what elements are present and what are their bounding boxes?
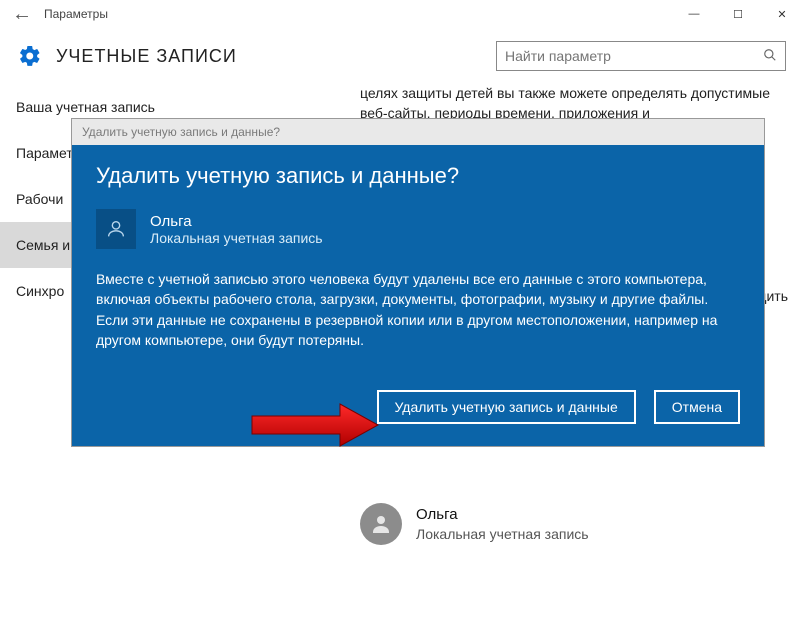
dialog-description: Вместе с учетной записью этого человека … bbox=[96, 269, 740, 350]
maximize-button[interactable]: ☐ bbox=[716, 0, 760, 28]
search-icon bbox=[763, 48, 777, 65]
dialog-actions: Удалить учетную запись и данные Отмена bbox=[96, 390, 740, 424]
sidebar-item-label: Рабочи bbox=[16, 191, 63, 207]
window-title: Параметры bbox=[44, 7, 672, 21]
cancel-button[interactable]: Отмена bbox=[654, 390, 740, 424]
user-type: Локальная учетная запись bbox=[416, 525, 589, 545]
delete-account-dialog: Удалить учетную запись и данные? Удалить… bbox=[72, 119, 764, 446]
search-input[interactable] bbox=[505, 48, 763, 64]
dialog-titlebar: Удалить учетную запись и данные? bbox=[72, 119, 764, 145]
sidebar-item-label: Ваша учетная запись bbox=[16, 99, 155, 115]
back-button[interactable]: ← bbox=[12, 3, 44, 26]
minimize-button[interactable]: — bbox=[672, 0, 716, 28]
page-title: УЧЕТНЫЕ ЗАПИСИ bbox=[56, 46, 496, 67]
avatar-icon bbox=[360, 503, 402, 545]
description-text: целях защиты детей вы также можете опред… bbox=[360, 84, 784, 123]
dialog-heading: Удалить учетную запись и данные? bbox=[96, 163, 740, 189]
gear-icon bbox=[18, 44, 42, 68]
user-row[interactable]: Ольга Локальная учетная запись bbox=[360, 503, 784, 545]
search-box[interactable] bbox=[496, 41, 786, 71]
user-icon bbox=[96, 209, 136, 249]
page-header: УЧЕТНЫЕ ЗАПИСИ bbox=[0, 28, 804, 84]
dialog-account-type: Локальная учетная запись bbox=[150, 230, 323, 246]
dialog-account-name: Ольга bbox=[150, 213, 323, 230]
close-button[interactable]: ✕ bbox=[760, 0, 804, 28]
dialog-account-row: Ольга Локальная учетная запись bbox=[96, 209, 740, 249]
sidebar-item-label: Семья и bbox=[16, 237, 70, 253]
delete-account-button[interactable]: Удалить учетную запись и данные bbox=[377, 390, 636, 424]
user-name: Ольга bbox=[416, 504, 589, 525]
window-titlebar: ← Параметры — ☐ ✕ bbox=[0, 0, 804, 28]
sidebar-item-label: Синхро bbox=[16, 283, 64, 299]
